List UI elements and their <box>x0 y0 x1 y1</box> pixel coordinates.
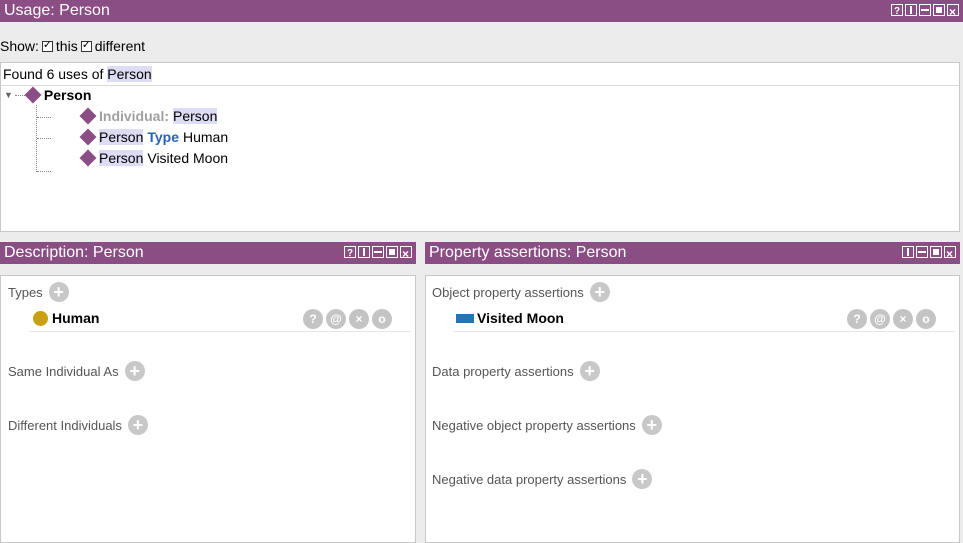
split-horizontal-icon[interactable] <box>919 4 931 16</box>
data-property-label: Data property assertions <box>432 363 574 379</box>
split-horizontal-icon[interactable] <box>916 246 928 258</box>
different-individuals-label: Different Individuals <box>8 417 122 433</box>
add-negative-data-property-button[interactable]: + <box>632 469 653 489</box>
tree-branch <box>37 171 51 172</box>
this-label: this <box>55 38 78 54</box>
negative-data-property-label: Negative data property assertions <box>432 471 627 487</box>
add-object-property-button[interactable]: + <box>589 282 610 302</box>
add-different-individual-button[interactable]: + <box>127 415 148 435</box>
split-vertical-icon[interactable] <box>358 246 370 258</box>
type-row-buttons: ? @ × o <box>303 309 392 329</box>
assertions-titlebar: Property assertions: Person <box>425 242 960 265</box>
help-icon[interactable] <box>891 1 903 23</box>
description-title: Description: Person <box>4 244 144 261</box>
found-summary: Found 6 uses of Person <box>3 66 152 82</box>
edit-button[interactable]: o <box>372 309 392 329</box>
edit-button[interactable]: o <box>916 309 936 329</box>
explain-button[interactable]: ? <box>847 309 867 329</box>
assertion-separator <box>454 331 954 332</box>
maximize-icon[interactable] <box>386 246 398 258</box>
object-property-value: Moon <box>526 310 564 326</box>
found-entity: Person <box>107 66 152 82</box>
same-individual-section: Same Individual As + <box>8 361 145 381</box>
close-icon[interactable] <box>400 243 412 265</box>
found-separator <box>1 85 959 86</box>
assertion-row-buttons: ? @ × o <box>847 309 936 329</box>
description-titlebar: Description: Person <box>0 242 416 265</box>
individual-icon <box>24 86 42 104</box>
split-vertical-icon[interactable] <box>905 4 917 16</box>
type-separator <box>30 331 410 332</box>
usage-item-keyword: Type <box>147 129 179 145</box>
assertions-window-buttons <box>902 243 956 265</box>
add-negative-object-property-button[interactable]: + <box>641 415 662 435</box>
usage-item-subject: Person <box>99 150 144 166</box>
different-checkbox[interactable] <box>80 38 92 52</box>
usage-item-subject: Person <box>173 108 218 124</box>
show-label: Show: <box>0 38 39 54</box>
usage-item[interactable]: Person Visited Moon <box>79 149 229 167</box>
tree-branch <box>37 117 51 118</box>
object-property-icon <box>456 313 474 323</box>
negative-data-property-section: Negative data property assertions + <box>432 469 653 489</box>
usage-tree-panel <box>0 62 960 232</box>
object-assertion-entry[interactable]: Visited Moon <box>456 310 564 326</box>
add-data-property-button[interactable]: + <box>579 361 600 381</box>
usage-item-object: Human <box>183 129 229 145</box>
explain-button[interactable]: ? <box>303 309 323 329</box>
expand-arrow-icon[interactable]: ▼ <box>4 90 13 100</box>
close-icon[interactable] <box>944 243 956 265</box>
type-value: Human <box>52 310 100 326</box>
individual-icon <box>79 107 97 125</box>
add-same-individual-button[interactable]: + <box>124 361 145 381</box>
found-prefix: Found 6 uses of <box>3 66 104 82</box>
maximize-icon[interactable] <box>930 246 942 258</box>
negative-object-property-label: Negative object property assertions <box>432 417 636 433</box>
delete-button[interactable]: × <box>893 309 913 329</box>
usage-item[interactable]: Person Type Human <box>79 128 229 146</box>
description-window-buttons <box>344 243 412 265</box>
usage-item[interactable]: Individual: Person <box>79 107 218 125</box>
class-icon <box>33 310 48 326</box>
assertions-title: Property assertions: Person <box>429 244 627 261</box>
different-individuals-section: Different Individuals + <box>8 415 148 435</box>
individual-icon <box>79 128 97 146</box>
usage-titlebar: Usage: Person <box>0 0 963 23</box>
split-horizontal-icon[interactable] <box>372 246 384 258</box>
object-property-name: Visited <box>477 310 523 326</box>
annotate-button[interactable]: @ <box>870 309 890 329</box>
help-icon[interactable] <box>344 243 356 265</box>
root-label: Person <box>43 87 92 103</box>
tree-branch <box>37 138 51 139</box>
tree-root[interactable]: ▼ Person <box>4 86 92 104</box>
object-property-label: Object property assertions <box>432 284 584 300</box>
types-section: Types + <box>8 282 69 302</box>
type-entry[interactable]: Human <box>33 310 99 326</box>
usage-title: Usage: Person <box>4 2 110 19</box>
add-type-button[interactable]: + <box>48 282 69 302</box>
this-checkbox[interactable] <box>41 38 53 52</box>
usage-window-buttons <box>891 1 959 23</box>
individual-icon <box>79 149 97 167</box>
negative-object-property-section: Negative object property assertions + <box>432 415 662 435</box>
delete-button[interactable]: × <box>349 309 369 329</box>
close-icon[interactable] <box>947 1 959 23</box>
data-property-section: Data property assertions + <box>432 361 600 381</box>
types-label: Types <box>8 284 43 300</box>
maximize-icon[interactable] <box>933 4 945 16</box>
annotate-button[interactable]: @ <box>326 309 346 329</box>
same-individual-label: Same Individual As <box>8 363 119 379</box>
split-vertical-icon[interactable] <box>902 246 914 258</box>
different-label: different <box>94 38 146 54</box>
object-property-section: Object property assertions + <box>432 282 610 302</box>
usage-item-object: Visited Moon <box>147 150 229 166</box>
usage-item-subject: Person <box>99 129 144 145</box>
usage-item-prefix: Individual: <box>99 108 169 124</box>
show-filter: Show: this different <box>0 38 146 55</box>
